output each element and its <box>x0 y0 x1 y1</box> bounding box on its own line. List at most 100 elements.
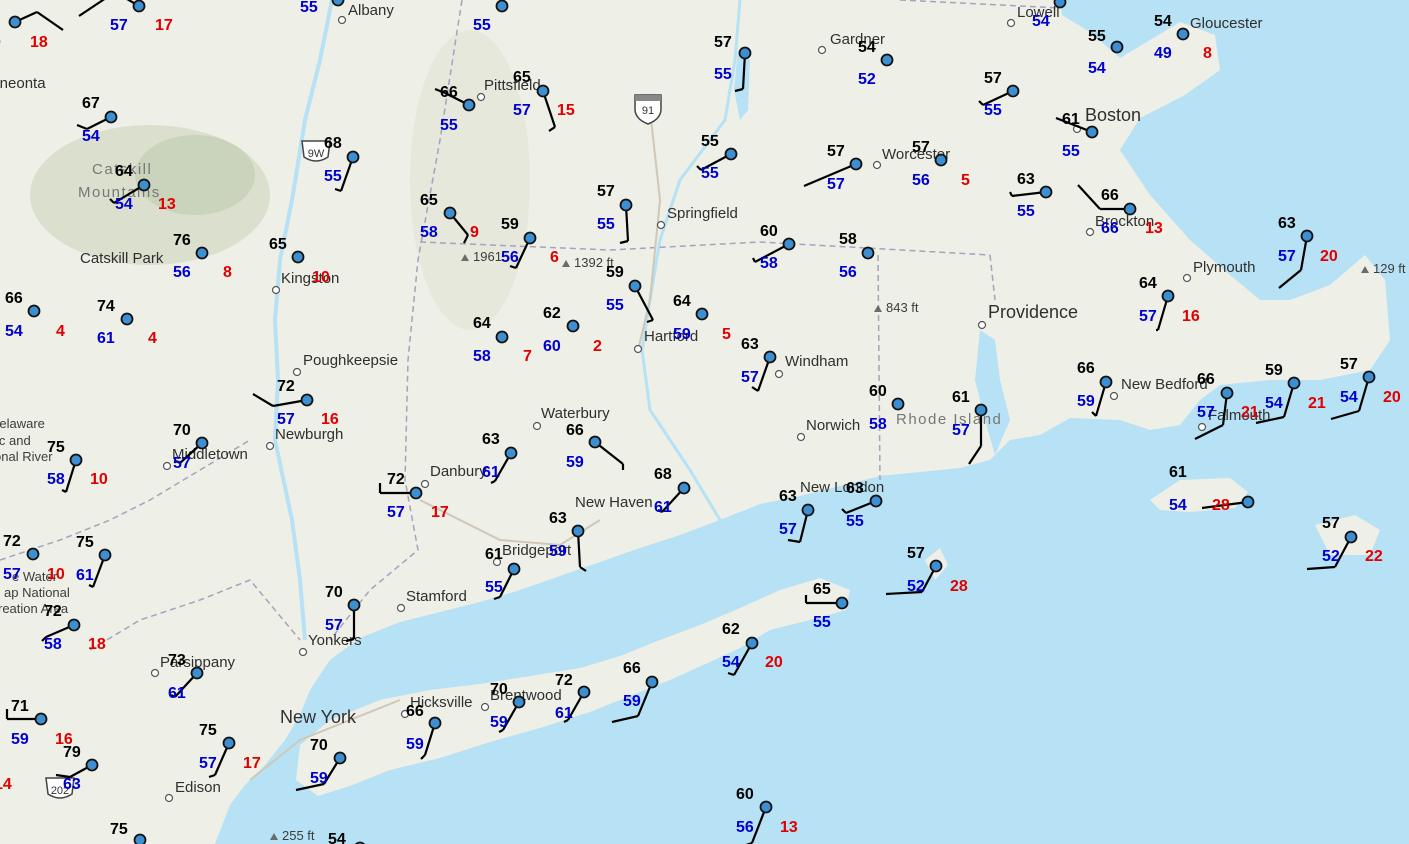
station-marker[interactable] <box>619 198 633 212</box>
elevation-label: 129 ft <box>1373 261 1406 276</box>
station-marker[interactable] <box>763 350 777 364</box>
station-marker[interactable] <box>782 237 796 251</box>
station-marker[interactable] <box>34 712 48 726</box>
station-marker[interactable] <box>300 393 314 407</box>
station-marker[interactable] <box>195 436 209 450</box>
station-marker[interactable] <box>849 157 863 171</box>
station-marker[interactable] <box>291 250 305 264</box>
station-marker[interactable] <box>331 0 345 7</box>
catskill-relief-core <box>135 135 255 215</box>
station-marker[interactable] <box>1085 125 1099 139</box>
station-marker[interactable] <box>891 397 905 411</box>
dewpoint-label: 55 <box>1017 203 1035 220</box>
temperature-label: 72 <box>44 603 62 620</box>
station-marker[interactable] <box>512 695 526 709</box>
station-marker[interactable] <box>120 312 134 326</box>
station-marker[interactable] <box>495 330 509 344</box>
dewpoint-label: 59 <box>549 543 567 560</box>
station-marker[interactable] <box>1344 530 1358 544</box>
station-marker[interactable] <box>566 319 580 333</box>
station-marker[interactable] <box>974 403 988 417</box>
station-marker[interactable] <box>67 618 81 632</box>
dewpoint-label: 57 <box>741 369 759 386</box>
station-marker[interactable] <box>523 231 537 245</box>
dewpoint-label: 55 <box>701 165 719 182</box>
station-marker[interactable] <box>571 524 585 538</box>
station-marker[interactable] <box>1287 376 1301 390</box>
station-marker[interactable] <box>1362 370 1376 384</box>
station-marker[interactable] <box>628 279 642 293</box>
station-marker[interactable] <box>934 153 948 167</box>
temperature-label: 61 <box>1062 111 1080 128</box>
station-marker[interactable] <box>27 304 41 318</box>
station-marker[interactable] <box>495 0 509 13</box>
wind-gust-label: 13 <box>1145 220 1163 237</box>
place-label: New London <box>800 479 884 496</box>
station-marker[interactable] <box>443 206 457 220</box>
station-marker[interactable] <box>98 548 112 562</box>
station-marker[interactable] <box>801 503 815 517</box>
station-marker[interactable] <box>835 596 849 610</box>
station-marker[interactable] <box>333 751 347 765</box>
station-marker[interactable] <box>222 736 236 750</box>
station-marker[interactable] <box>577 685 591 699</box>
station-marker[interactable] <box>695 307 709 321</box>
temperature-label: 63 <box>1017 171 1035 188</box>
station-marker[interactable] <box>536 84 550 98</box>
station-marker[interactable] <box>880 53 894 67</box>
station-marker[interactable] <box>1110 40 1124 54</box>
station-marker[interactable] <box>346 150 360 164</box>
city-dot <box>774 369 784 379</box>
weather-map[interactable]: AlbanyOneontaPittsfieldGardnerLowellGlou… <box>0 0 1409 844</box>
dewpoint-label: 49 <box>1154 45 1172 62</box>
station-marker[interactable] <box>409 486 423 500</box>
station-marker[interactable] <box>745 636 759 650</box>
station-marker[interactable] <box>1099 375 1113 389</box>
dewpoint-label: 57 <box>1197 404 1215 421</box>
wind-gust-label: 17 <box>431 504 449 521</box>
station-marker[interactable] <box>1053 0 1067 9</box>
station-marker[interactable] <box>195 246 209 260</box>
temperature-label: 54 <box>858 39 876 56</box>
station-marker[interactable] <box>504 446 518 460</box>
station-marker[interactable] <box>507 562 521 576</box>
station-marker[interactable] <box>137 178 151 192</box>
station-marker[interactable] <box>1220 386 1234 400</box>
station-marker[interactable] <box>677 481 691 495</box>
station-marker[interactable] <box>1161 289 1175 303</box>
station-marker[interactable] <box>724 147 738 161</box>
station-marker[interactable] <box>738 46 752 60</box>
station-marker[interactable] <box>1241 495 1255 509</box>
station-marker[interactable] <box>133 833 147 844</box>
station-marker[interactable] <box>1039 185 1053 199</box>
station-marker[interactable] <box>929 559 943 573</box>
station-marker[interactable] <box>759 800 773 814</box>
temperature-label: 75 <box>110 821 128 838</box>
wind-gust-label: 8 <box>223 264 232 281</box>
station-marker[interactable] <box>8 15 22 29</box>
wind-gust-label: 17 <box>155 17 173 34</box>
station-marker[interactable] <box>428 716 442 730</box>
station-marker[interactable] <box>132 0 146 13</box>
station-marker[interactable] <box>1300 229 1314 243</box>
station-marker[interactable] <box>645 675 659 689</box>
station-marker[interactable] <box>347 598 361 612</box>
wind-gust-label: 8 <box>1203 45 1212 62</box>
station-marker[interactable] <box>26 547 40 561</box>
station-marker[interactable] <box>1006 84 1020 98</box>
station-marker[interactable] <box>869 494 883 508</box>
temperature-label: 67 <box>82 95 100 112</box>
station-marker[interactable] <box>1176 27 1190 41</box>
station-marker[interactable] <box>1123 202 1137 216</box>
station-marker[interactable] <box>462 98 476 112</box>
dewpoint-label: 57 <box>199 755 217 772</box>
wind-gust-label: 17 <box>243 755 261 772</box>
temperature-label: 72 <box>3 533 21 550</box>
station-marker[interactable] <box>69 453 83 467</box>
station-marker[interactable] <box>190 666 204 680</box>
station-marker[interactable] <box>861 246 875 260</box>
station-marker[interactable] <box>104 110 118 124</box>
station-marker[interactable] <box>588 435 602 449</box>
city-dot <box>1197 422 1207 432</box>
station-marker[interactable] <box>85 758 99 772</box>
